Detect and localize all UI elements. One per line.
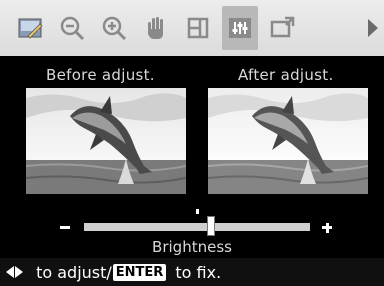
slider-center-mark [196, 209, 199, 214]
increase-icon-vertical [325, 222, 329, 233]
before-image [26, 88, 186, 194]
slider-label: Brightness [152, 238, 232, 256]
zoom-in-icon[interactable] [96, 6, 132, 50]
adjust-hint-text: to adjust/ [31, 262, 112, 282]
brightness-slider-track[interactable] [84, 223, 310, 231]
decrease-icon[interactable] [60, 226, 70, 229]
after-image [208, 88, 368, 194]
zoom-out-icon[interactable] [54, 6, 90, 50]
edit-photo-icon[interactable] [12, 6, 48, 50]
rotate-frame-icon[interactable] [180, 6, 216, 50]
adjust-sliders-icon[interactable] [222, 6, 258, 50]
enter-key-badge: ENTER [112, 263, 167, 281]
fix-hint-text: to fix. [170, 262, 222, 282]
brightness-slider-thumb[interactable] [206, 216, 215, 236]
scroll-right-icon[interactable] [368, 19, 378, 37]
hand-move-icon[interactable] [138, 6, 174, 50]
after-label: After adjust. [238, 66, 334, 84]
export-frame-icon[interactable] [264, 6, 300, 50]
before-label: Before adjust. [46, 66, 155, 84]
footer-hint: to adjust/ ENTER to fix. [0, 258, 384, 286]
toolbar [0, 0, 384, 56]
left-right-arrows-icon [6, 266, 23, 278]
